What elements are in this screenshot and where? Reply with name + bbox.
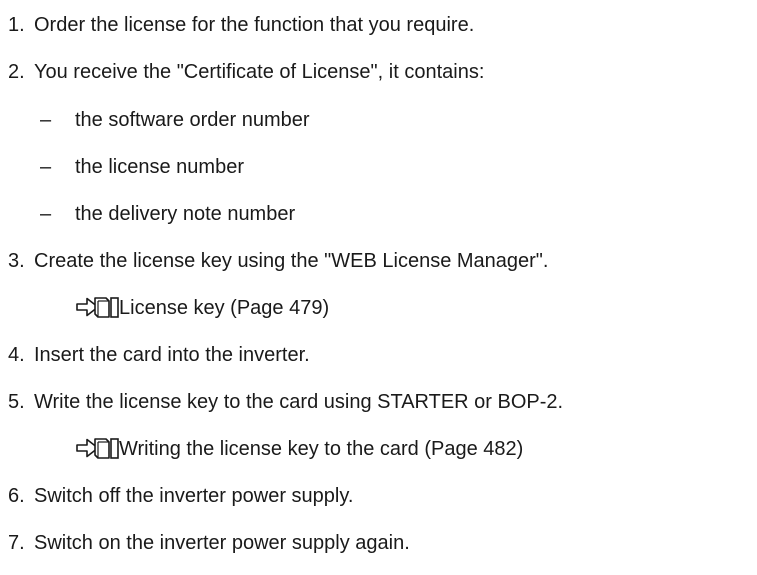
dash-bullet: –	[40, 203, 52, 225]
step-text: Insert the card into the inverter.	[34, 344, 310, 366]
step-text: Write the license key to the card using …	[34, 391, 564, 413]
step-text: You receive the "Certificate of License"…	[34, 61, 485, 83]
instruction-list: 1. Order the license for the function th…	[0, 0, 757, 575]
sub-item-text: the software order number	[75, 109, 310, 131]
cross-reference-icon	[76, 438, 119, 459]
cross-reference-text[interactable]: License key (Page 479)	[119, 293, 329, 323]
step-text: Switch off the inverter power supply.	[34, 485, 354, 507]
cross-reference-writing-license-key[interactable]: Writing the license key to the card (Pag…	[0, 434, 757, 464]
cross-reference-license-key[interactable]: License key (Page 479)	[0, 293, 757, 323]
sub-item-text: the license number	[75, 156, 244, 178]
cross-reference-icon	[76, 297, 119, 318]
dash-bullet: –	[40, 109, 52, 131]
cross-reference-text[interactable]: Writing the license key to the card (Pag…	[119, 434, 523, 464]
sub-item-text: the delivery note number	[75, 203, 296, 225]
step-text: Create the license key using the "WEB Li…	[34, 250, 549, 272]
step-text: Switch on the inverter power supply agai…	[34, 532, 410, 554]
step-text: Order the license for the function that …	[34, 14, 475, 36]
dash-bullet: –	[40, 156, 52, 178]
